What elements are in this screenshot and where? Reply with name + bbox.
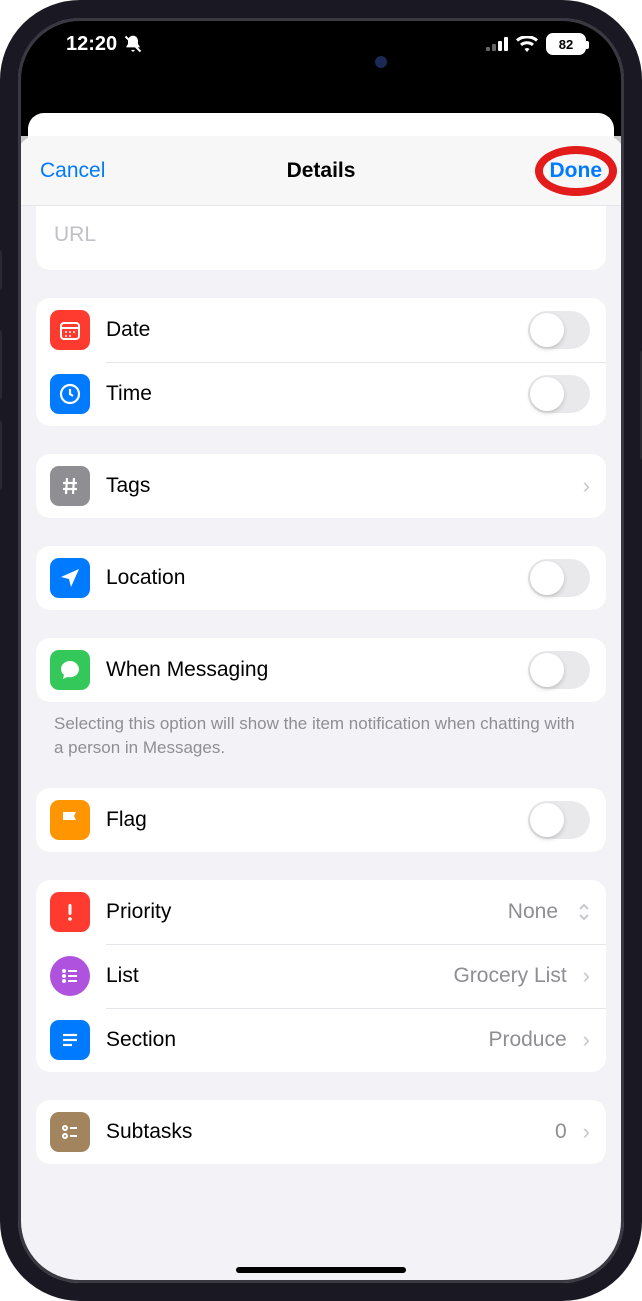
time-row[interactable]: Time bbox=[36, 362, 606, 426]
priority-value: None bbox=[508, 900, 558, 924]
details-sheet: Cancel Details Done URL Date bbox=[18, 136, 624, 1283]
priority-row[interactable]: Priority None bbox=[36, 880, 606, 944]
url-placeholder: URL bbox=[54, 223, 96, 247]
clock-icon bbox=[50, 374, 90, 414]
location-toggle[interactable] bbox=[528, 559, 590, 597]
tags-label: Tags bbox=[106, 474, 567, 498]
done-button[interactable]: Done bbox=[550, 159, 603, 183]
sheet-title: Details bbox=[287, 159, 356, 183]
status-time: 12:20 bbox=[66, 33, 117, 56]
dynamic-island bbox=[241, 42, 401, 82]
subtasks-group: Subtasks 0 › bbox=[36, 1100, 606, 1164]
chevron-right-icon: › bbox=[583, 963, 590, 989]
sheet-header: Cancel Details Done bbox=[18, 136, 624, 206]
url-group: URL bbox=[36, 206, 606, 270]
wifi-icon bbox=[516, 36, 538, 52]
list-value: Grocery List bbox=[453, 964, 566, 988]
subtasks-row[interactable]: Subtasks 0 › bbox=[36, 1100, 606, 1164]
messaging-row[interactable]: When Messaging bbox=[36, 638, 606, 702]
exclamation-icon bbox=[50, 892, 90, 932]
chevron-right-icon: › bbox=[583, 1027, 590, 1053]
flag-toggle[interactable] bbox=[528, 801, 590, 839]
flag-group: Flag bbox=[36, 788, 606, 852]
tags-group: Tags › bbox=[36, 454, 606, 518]
messaging-footer: Selecting this option will show the item… bbox=[36, 702, 606, 760]
section-row[interactable]: Section Produce › bbox=[36, 1008, 606, 1072]
time-label: Time bbox=[106, 382, 512, 406]
date-toggle[interactable] bbox=[528, 311, 590, 349]
subtasks-value: 0 bbox=[555, 1120, 567, 1144]
home-indicator[interactable] bbox=[236, 1267, 406, 1273]
updown-icon bbox=[578, 902, 590, 922]
subtasks-icon bbox=[50, 1112, 90, 1152]
hash-icon bbox=[50, 466, 90, 506]
date-row[interactable]: Date bbox=[36, 298, 606, 362]
location-row[interactable]: Location bbox=[36, 546, 606, 610]
location-label: Location bbox=[106, 566, 512, 590]
chevron-right-icon: › bbox=[583, 1119, 590, 1145]
flag-icon bbox=[50, 800, 90, 840]
calendar-icon bbox=[50, 310, 90, 350]
battery-indicator: 82 bbox=[546, 33, 586, 55]
messaging-toggle[interactable] bbox=[528, 651, 590, 689]
messaging-group: When Messaging bbox=[36, 638, 606, 702]
flag-label: Flag bbox=[106, 808, 512, 832]
message-bubble-icon bbox=[50, 650, 90, 690]
cancel-button[interactable]: Cancel bbox=[40, 159, 105, 183]
tags-row[interactable]: Tags › bbox=[36, 454, 606, 518]
time-toggle[interactable] bbox=[528, 375, 590, 413]
priority-label: Priority bbox=[106, 900, 492, 924]
date-time-group: Date Time bbox=[36, 298, 606, 426]
location-group: Location bbox=[36, 546, 606, 610]
messaging-label: When Messaging bbox=[106, 658, 512, 682]
list-label: List bbox=[106, 964, 437, 988]
location-arrow-icon bbox=[50, 558, 90, 598]
subtasks-label: Subtasks bbox=[106, 1120, 539, 1144]
cellular-icon bbox=[486, 37, 508, 51]
silent-icon bbox=[123, 34, 143, 54]
section-label: Section bbox=[106, 1028, 472, 1052]
list-row[interactable]: List Grocery List › bbox=[36, 944, 606, 1008]
priority-list-group: Priority None List Grocery List › bbox=[36, 880, 606, 1072]
chevron-right-icon: › bbox=[583, 473, 590, 499]
flag-row[interactable]: Flag bbox=[36, 788, 606, 852]
section-value: Produce bbox=[488, 1028, 566, 1052]
add-image-button[interactable]: Add Image bbox=[36, 1164, 606, 1172]
date-label: Date bbox=[106, 318, 512, 342]
list-bullet-icon bbox=[50, 956, 90, 996]
section-lines-icon bbox=[50, 1020, 90, 1060]
url-field[interactable]: URL bbox=[36, 206, 606, 270]
